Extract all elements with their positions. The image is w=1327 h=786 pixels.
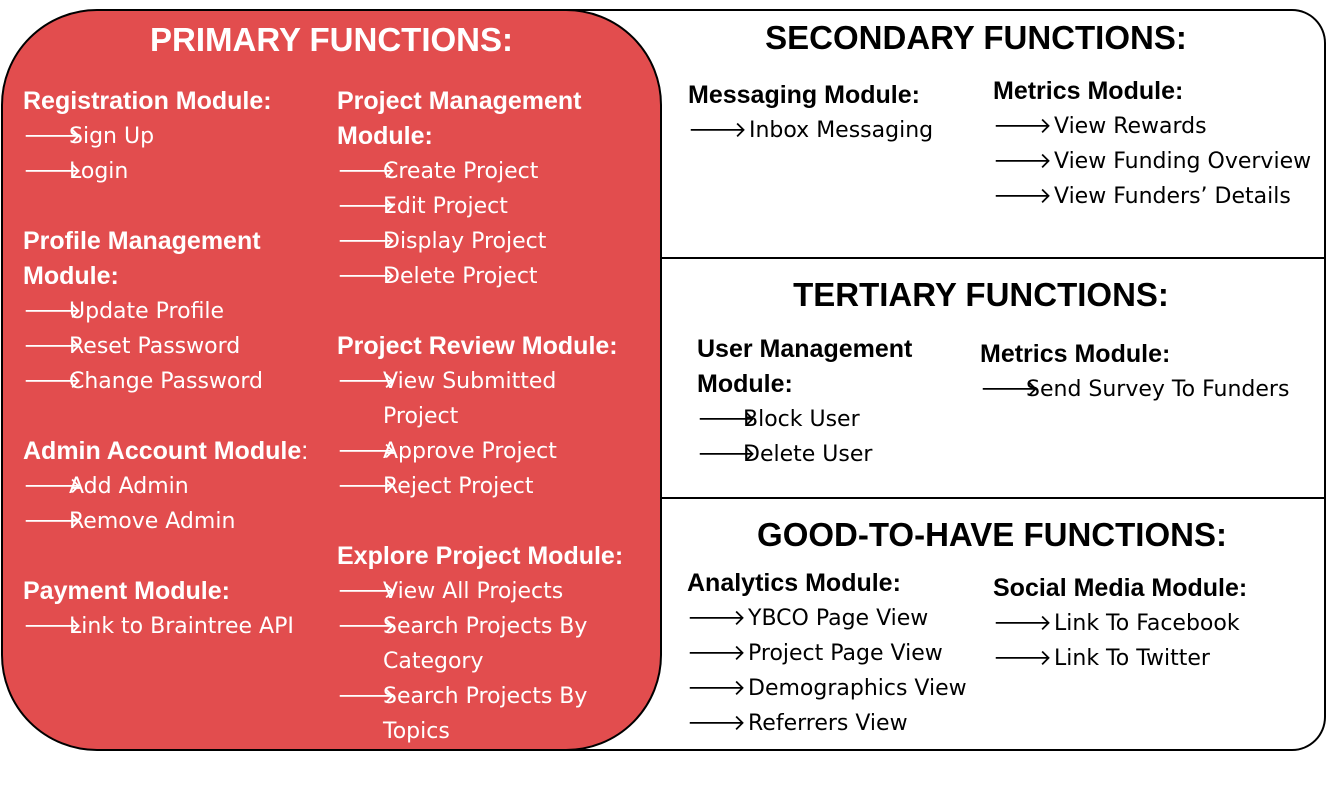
arrow-right-icon: 🡒 [993, 149, 1052, 174]
list-item: 🡒 Send Survey To Funders [980, 372, 1289, 407]
arrow-right-icon: 🡒 [23, 369, 82, 394]
list-item: 🡒 Change Password [23, 364, 308, 399]
arrow-right-icon: 🡒 [697, 407, 756, 432]
good-to-have-functions-title: GOOD-TO-HAVE FUNCTIONS: [757, 516, 1227, 553]
payment-module: Payment Module: 🡒 Link to Braintree API [23, 574, 308, 644]
admin-account-module: Admin Account Module: 🡒 Add Admin 🡒 Remove… [23, 434, 308, 539]
list-item: 🡒YBCO Page View [687, 601, 967, 636]
module-title: Explore Project Module: [337, 542, 624, 570]
arrow-right-icon: 🡒 [337, 684, 396, 709]
list-item: 🡒Link To Facebook [993, 606, 1247, 641]
list-item: 🡒 View Submitted Project [337, 364, 623, 434]
list-item: 🡒 Edit Project [337, 189, 623, 224]
project-management-module: Project Management Module: 🡒 Create Projec… [337, 84, 623, 294]
arrow-right-icon: 🡒 [993, 646, 1052, 671]
secondary-functions-title: SECONDARY FUNCTIONS: [765, 19, 1187, 56]
arrow-right-icon: 🡒 [337, 194, 396, 219]
list-item: 🡒 Remove Admin [23, 504, 308, 539]
module-title: Metrics Module: [980, 340, 1171, 368]
list-item: 🡒 View All Projects [337, 574, 623, 609]
list-item: 🡒 Reject Project [337, 469, 623, 504]
arrow-right-icon: 🡒 [23, 124, 82, 149]
primary-right-column: Project Management Module: 🡒 Create Projec… [337, 84, 623, 749]
list-item: 🡒Inbox Messaging [688, 113, 933, 148]
arrow-right-icon: 🡒 [23, 334, 82, 359]
arrow-right-icon: 🡒 [337, 439, 396, 464]
arrow-right-icon: 🡒 [687, 676, 746, 701]
arrow-right-icon: 🡒 [23, 474, 82, 499]
primary-functions-panel: PRIMARY FUNCTIONS: Registration Module: … [1, 9, 662, 751]
list-item: 🡒 Search Projects By Category [337, 609, 623, 679]
arrow-right-icon: 🡒 [993, 114, 1052, 139]
list-item: 🡒 Reset Password [23, 329, 308, 364]
module-title: Profile Management Module: [23, 227, 261, 290]
list-item: 🡒 Block User [697, 402, 912, 437]
list-item: 🡒 Login [23, 154, 308, 189]
module-title: Project Management Module: [337, 87, 582, 150]
analytics-module: Analytics Module: 🡒YBCO Page View 🡒Proje… [687, 566, 967, 741]
divider-secondary-tertiary [660, 257, 1324, 259]
arrow-right-icon: 🡒 [23, 614, 82, 639]
explore-project-module: Explore Project Module: 🡒 View All Projec… [337, 539, 623, 749]
list-item: 🡒Link To Twitter [993, 641, 1247, 676]
project-review-module: Project Review Module: 🡒 View Submitted Pr… [337, 329, 623, 504]
list-item: 🡒 Sign Up [23, 119, 308, 154]
list-item: 🡒 Delete Project [337, 259, 623, 294]
divider-tertiary-goodtohave [660, 497, 1324, 499]
arrow-right-icon: 🡒 [993, 184, 1052, 209]
primary-functions-title: PRIMARY FUNCTIONS: [150, 21, 513, 58]
list-item: 🡒Demographics View [687, 671, 967, 706]
arrow-right-icon: 🡒 [337, 264, 396, 289]
module-title: Messaging Module: [688, 81, 920, 109]
list-item: 🡒Project Page View [687, 636, 967, 671]
arrow-right-icon: 🡒 [337, 229, 396, 254]
metrics-module-tertiary: Metrics Module: 🡒 Send Survey To Funders [980, 337, 1289, 407]
list-item: 🡒View Funders’ Details [993, 179, 1311, 214]
arrow-right-icon: 🡒 [687, 641, 746, 666]
module-title: Registration Module: [23, 87, 272, 115]
list-item: 🡒View Rewards [993, 109, 1311, 144]
arrow-right-icon: 🡒 [697, 442, 756, 467]
tertiary-functions-title: TERTIARY FUNCTIONS: [793, 276, 1169, 313]
list-item: 🡒 Display Project [337, 224, 623, 259]
primary-left-column: Registration Module: 🡒 Sign Up 🡒 Login Pro… [23, 84, 308, 644]
arrow-right-icon: 🡒 [687, 606, 746, 631]
list-item: 🡒 Add Admin [23, 469, 308, 504]
arrow-right-icon: 🡒 [993, 611, 1052, 636]
list-item: 🡒 Create Project [337, 154, 623, 189]
list-item: 🡒 Delete User [697, 437, 912, 472]
arrow-right-icon: 🡒 [687, 711, 746, 736]
module-title: Project Review Module: [337, 332, 618, 360]
profile-management-module: Profile Management Module: 🡒 Update Profil… [23, 224, 308, 399]
list-item: 🡒 Update Profile [23, 294, 308, 329]
module-title: Metrics Module: [993, 77, 1184, 105]
social-media-module: Social Media Module: 🡒Link To Facebook 🡒… [993, 571, 1247, 676]
list-item: 🡒 Link to Braintree API [23, 609, 308, 644]
module-title: Social Media Module: [993, 574, 1248, 602]
module-title: User Management Module: [697, 335, 913, 398]
arrow-right-icon: 🡒 [337, 614, 396, 639]
list-item: 🡒View Funding Overview [993, 144, 1311, 179]
metrics-module-secondary: Metrics Module: 🡒View Rewards 🡒View Fund… [993, 74, 1311, 214]
arrow-right-icon: 🡒 [688, 118, 747, 143]
arrow-right-icon: 🡒 [23, 509, 82, 534]
arrow-right-icon: 🡒 [337, 579, 396, 604]
arrow-right-icon: 🡒 [23, 299, 82, 324]
list-item: 🡒 Search Projects By Topics [337, 679, 623, 749]
arrow-right-icon: 🡒 [337, 369, 396, 394]
module-title: Payment Module: [23, 577, 230, 605]
registration-module: Registration Module: 🡒 Sign Up 🡒 Login [23, 84, 308, 189]
list-item: 🡒Referrers View [687, 706, 967, 741]
list-item: 🡒 Approve Project [337, 434, 623, 469]
module-title: Admin Account Module: [23, 437, 309, 465]
arrow-right-icon: 🡒 [23, 159, 82, 184]
arrow-right-icon: 🡒 [337, 474, 396, 499]
user-management-module: User Management Module: 🡒 Block User 🡒 Dele… [697, 332, 912, 472]
messaging-module: Messaging Module: 🡒Inbox Messaging [688, 78, 933, 148]
module-title: Analytics Module: [687, 569, 901, 597]
arrow-right-icon: 🡒 [980, 377, 1039, 402]
arrow-right-icon: 🡒 [337, 159, 396, 184]
